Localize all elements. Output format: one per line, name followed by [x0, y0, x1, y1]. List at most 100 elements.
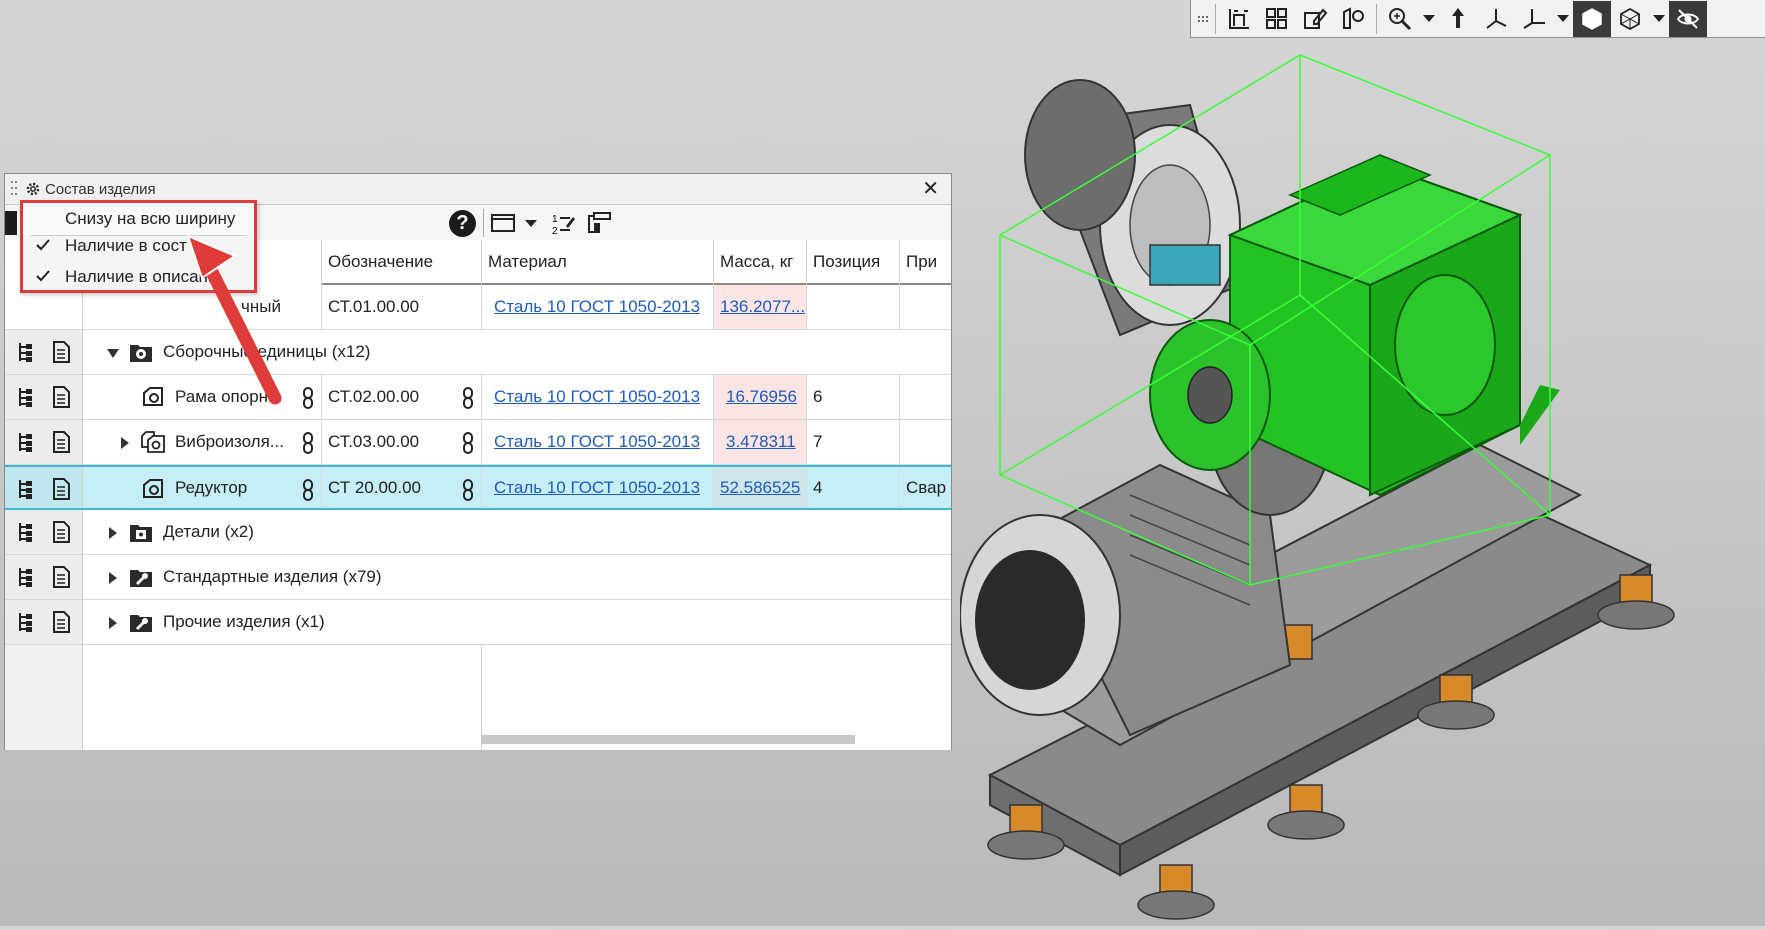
col-header-position[interactable]: Позиция	[806, 240, 899, 285]
expand-toggle[interactable]	[109, 617, 117, 629]
link-icon	[463, 479, 473, 501]
doc-edit-icon	[1343, 6, 1364, 29]
other-parts-folder-icon	[130, 615, 152, 632]
triad-icon	[1523, 8, 1545, 29]
expand-toggle[interactable]	[109, 527, 117, 539]
close-icon[interactable]: ✕	[922, 179, 939, 199]
row-designation: СТ.03.00.00	[321, 420, 481, 464]
row-name: Редуктор	[175, 477, 248, 497]
document-icon[interactable]	[52, 521, 70, 543]
structure-icon	[588, 212, 611, 233]
shaded-icon	[1582, 7, 1602, 30]
chevron-down-icon	[525, 220, 537, 227]
col-header-material[interactable]: Материал	[481, 240, 713, 285]
row-material[interactable]: Сталь 10 ГОСТ 1050-2013	[481, 375, 713, 419]
top-motor	[1024, 79, 1242, 337]
assembly-icon	[143, 479, 163, 498]
axes-icon	[1486, 8, 1507, 29]
table-row[interactable]: Рама опорн... СТ.02.00.00 Сталь 10 ГОСТ …	[5, 375, 951, 420]
tree-icon[interactable]	[17, 611, 35, 633]
triad-button[interactable]	[1515, 1, 1553, 37]
panel-tool-stub[interactable]	[5, 211, 17, 235]
document-icon[interactable]	[52, 566, 70, 588]
link-icon	[463, 387, 473, 409]
panel-grip[interactable]	[11, 181, 19, 197]
numbering-icon: 12	[552, 214, 575, 236]
axes-button[interactable]	[1477, 1, 1515, 37]
document-icon[interactable]	[52, 611, 70, 633]
row-material[interactable]: Сталь 10 ГОСТ 1050-2013	[481, 420, 713, 464]
menu-item-in-description[interactable]: Наличие в описани	[23, 261, 254, 293]
toolbar-grip[interactable]	[1195, 5, 1211, 33]
table-row-group[interactable]: Детали (x2)	[5, 510, 951, 555]
zoom-dropdown[interactable]	[1419, 1, 1439, 37]
row-mass[interactable]: 16.76956	[713, 375, 806, 419]
row-mass[interactable]: 52.586525	[713, 467, 806, 508]
tree-icon[interactable]	[17, 386, 35, 408]
table-row-selected[interactable]: Редуктор СТ 20.00.00 Сталь 10 ГОСТ 1050-…	[5, 465, 951, 510]
structure-table: Обозначение Материал Масса, кг Позиция П…	[5, 240, 951, 750]
table-row-group[interactable]: Прочие изделия (x1)	[5, 600, 951, 645]
sketch-button[interactable]	[1220, 1, 1258, 37]
edit-button[interactable]	[1296, 1, 1334, 37]
wireframe-icon	[1620, 7, 1640, 30]
row-mass[interactable]: 136.2077...	[713, 285, 806, 329]
panel-title: Состав изделия	[45, 180, 156, 198]
components-icon	[1266, 7, 1287, 29]
gear-icon[interactable]	[25, 181, 41, 197]
col-header-note[interactable]: При	[899, 240, 951, 285]
document-icon[interactable]	[52, 478, 70, 500]
help-icon[interactable]: ?	[449, 210, 476, 237]
tree-icon[interactable]	[17, 431, 35, 453]
row-note	[899, 420, 951, 464]
row-note	[899, 375, 951, 419]
tree-icon[interactable]	[17, 341, 35, 363]
link-icon	[463, 432, 473, 454]
numbering-button[interactable]: 12	[549, 210, 577, 236]
table-row-group[interactable]: Сборочные единицы (x12)	[5, 330, 951, 375]
structure-button[interactable]	[585, 210, 613, 236]
empty-left-column	[5, 645, 83, 750]
model-viewport[interactable]	[959, 45, 1765, 925]
link-icon	[303, 479, 313, 501]
row-name: Рама опорн...	[175, 387, 283, 406]
orient-icon	[1452, 7, 1464, 28]
doc-edit-button[interactable]	[1334, 1, 1372, 37]
display-dropdown[interactable]	[1649, 1, 1669, 37]
assembly-folder-icon	[130, 345, 152, 362]
expand-toggle[interactable]	[107, 349, 119, 358]
check-icon	[36, 270, 50, 282]
assembly-icon	[143, 387, 163, 406]
horizontal-scrollbar[interactable]	[481, 735, 855, 744]
table-row[interactable]: Виброизоля... СТ.03.00.00 Сталь 10 ГОСТ …	[5, 420, 951, 465]
wireframe-button[interactable]	[1611, 1, 1649, 37]
table-row-group[interactable]: Стандартные изделия (x79)	[5, 555, 951, 600]
tree-icon[interactable]	[17, 521, 35, 543]
row-position: 7	[806, 420, 899, 464]
col-header-mass[interactable]: Масса, кг	[713, 240, 806, 285]
components-button[interactable]	[1258, 1, 1296, 37]
row-designation: СТ.02.00.00	[321, 375, 481, 419]
zoom-button[interactable]	[1381, 1, 1419, 37]
expand-toggle[interactable]	[109, 572, 117, 584]
shaded-button[interactable]	[1573, 0, 1611, 37]
document-icon[interactable]	[52, 341, 70, 363]
col-header-designation[interactable]: Обозначение	[321, 240, 481, 285]
svg-text:2: 2	[552, 226, 558, 236]
row-mass[interactable]: 3.478311	[713, 420, 806, 464]
row-position	[806, 285, 899, 329]
menu-item-in-composition[interactable]: Наличие в сост	[23, 230, 254, 262]
row-material[interactable]: Сталь 10 ГОСТ 1050-2013	[481, 285, 713, 329]
tree-icon[interactable]	[17, 478, 35, 500]
hide-button[interactable]	[1669, 0, 1707, 37]
orient-button[interactable]	[1439, 1, 1477, 37]
document-icon[interactable]	[52, 386, 70, 408]
tree-icon[interactable]	[17, 566, 35, 588]
triad-dropdown[interactable]	[1553, 1, 1573, 37]
row-material[interactable]: Сталь 10 ГОСТ 1050-2013	[481, 467, 713, 508]
document-icon[interactable]	[52, 431, 70, 453]
layout-dropdown[interactable]	[517, 210, 545, 236]
link-icon	[303, 432, 313, 454]
expand-toggle[interactable]	[121, 437, 129, 449]
layout-button[interactable]	[489, 210, 517, 236]
